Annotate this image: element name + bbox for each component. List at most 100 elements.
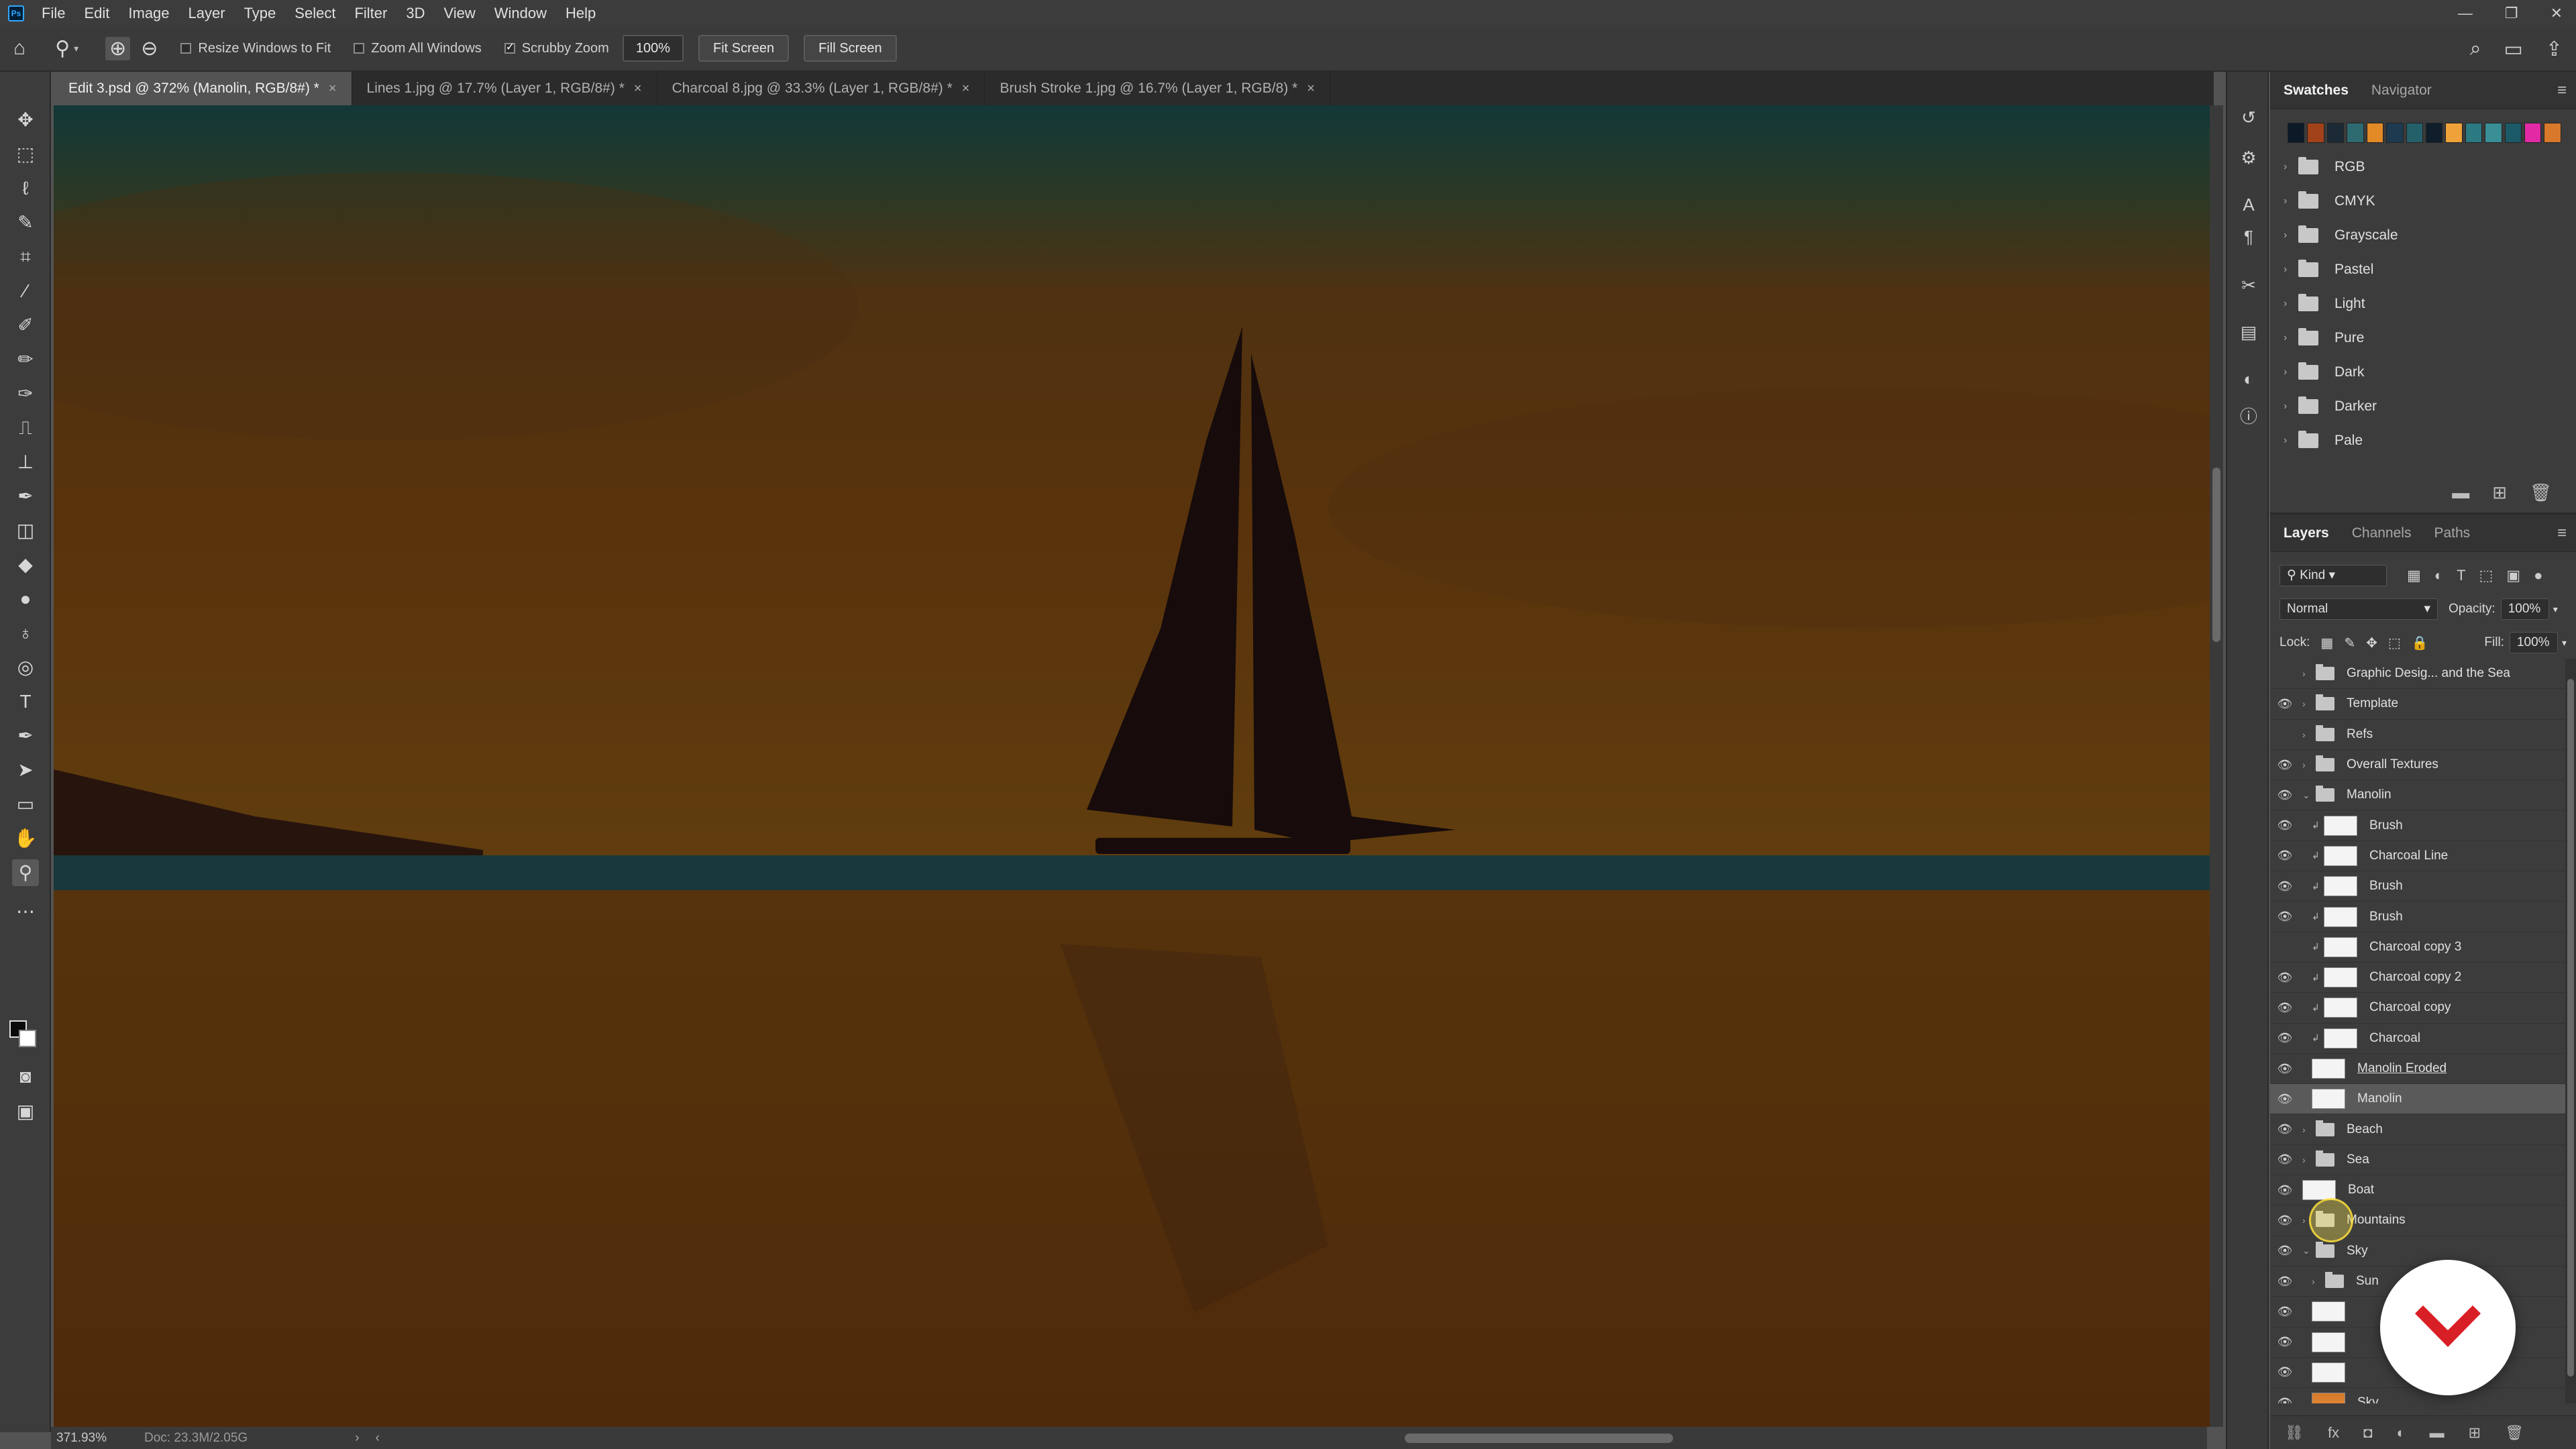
zoom-tool-icon[interactable]: ⚲: [12, 859, 39, 886]
chevron-right-icon[interactable]: ›: [2302, 1155, 2316, 1165]
history-icon[interactable]: ↺: [2237, 105, 2261, 129]
search-icon[interactable]: ⌕: [2470, 38, 2481, 60]
layer-row[interactable]: › Graphic Desig... and the Sea: [2270, 659, 2565, 690]
swatch-group-pastel[interactable]: › Pastel: [2270, 252, 2576, 286]
color-swatch[interactable]: [2504, 123, 2522, 143]
menu-3d[interactable]: 3D: [406, 5, 425, 22]
visibility-eye-icon[interactable]: 👁: [2270, 910, 2300, 924]
document-canvas[interactable]: [54, 105, 2210, 1427]
layer-thumbnail[interactable]: [2312, 1059, 2345, 1079]
tools-preset-icon[interactable]: ✂: [2237, 273, 2261, 297]
layer-row[interactable]: 👁 › Template: [2270, 689, 2565, 720]
menu-window[interactable]: Window: [494, 5, 547, 22]
status-chevron-icon[interactable]: ›: [355, 1431, 359, 1446]
canvas-vertical-scrollbar[interactable]: [2210, 105, 2223, 1427]
menu-edit[interactable]: Edit: [84, 5, 109, 22]
visibility-eye-icon[interactable]: 👁: [2270, 1335, 2300, 1349]
layer-row[interactable]: 👁 ⌄ Manolin: [2270, 780, 2565, 811]
color-swatch[interactable]: [2288, 123, 2305, 143]
opacity-field[interactable]: 100%: [2500, 598, 2549, 620]
quick-mask-icon[interactable]: ◙: [12, 1063, 39, 1090]
blur-tool-icon[interactable]: ●: [12, 586, 39, 612]
chevron-right-icon[interactable]: ›: [2284, 435, 2298, 447]
layer-row[interactable]: 👁 › Sea: [2270, 1145, 2565, 1176]
zoom-level-readout[interactable]: 371.93%: [56, 1431, 107, 1446]
layer-row[interactable]: ↲ Charcoal copy 3: [2270, 932, 2565, 963]
quick-select-tool-icon[interactable]: ✎: [12, 209, 39, 236]
layer-thumbnail[interactable]: [2324, 815, 2357, 836]
layer-thumbnail[interactable]: [2312, 1332, 2345, 1352]
swatch-group-pure[interactable]: › Pure: [2270, 321, 2576, 355]
visibility-eye-icon[interactable]: 👁: [2270, 1122, 2300, 1136]
chevron-right-icon[interactable]: ›: [2284, 229, 2298, 241]
home-icon[interactable]: ⌂: [13, 37, 25, 60]
layer-style-icon[interactable]: fx: [2328, 1424, 2339, 1442]
tab-navigator[interactable]: Navigator: [2371, 83, 2432, 99]
color-swatch[interactable]: [2524, 123, 2542, 143]
minimize-button[interactable]: —: [2458, 5, 2473, 22]
crop-tool-icon[interactable]: ⌗: [12, 244, 39, 270]
layer-row[interactable]: 👁 › Beach: [2270, 1114, 2565, 1145]
eraser-tool-icon[interactable]: ◫: [12, 517, 39, 544]
character-icon[interactable]: A: [2237, 193, 2261, 217]
chevron-right-icon[interactable]: ›: [2302, 729, 2316, 740]
visibility-eye-icon[interactable]: 👁: [2270, 1001, 2300, 1015]
chevron-right-icon[interactable]: ›: [2284, 195, 2298, 207]
close-tab-icon[interactable]: ×: [329, 81, 337, 97]
swatch-group-grayscale[interactable]: › Grayscale: [2270, 218, 2576, 252]
type-tool-icon[interactable]: T: [12, 688, 39, 715]
chevron-down-icon[interactable]: ⌄: [2302, 790, 2316, 801]
horizontal-scroll-thumb[interactable]: [1405, 1434, 1673, 1443]
layer-thumbnail[interactable]: [2312, 1362, 2345, 1383]
chevron-right-icon[interactable]: ›: [2302, 668, 2316, 679]
chevron-right-icon[interactable]: ›: [2284, 298, 2298, 310]
zoom-tool-preset-icon[interactable]: ⚲: [55, 37, 70, 60]
close-tab-icon[interactable]: ×: [962, 81, 970, 97]
more-tools-icon[interactable]: ⋯: [12, 898, 39, 925]
swatch-group-dark[interactable]: › Dark: [2270, 355, 2576, 389]
visibility-eye-icon[interactable]: 👁: [2270, 879, 2300, 894]
layer-thumbnail[interactable]: [2312, 1301, 2345, 1322]
move-tool-icon[interactable]: ✥: [12, 107, 39, 133]
menu-filter[interactable]: Filter: [354, 5, 387, 22]
smart-object-filter-icon[interactable]: ▣: [2506, 567, 2520, 584]
share-icon[interactable]: ⇪: [2546, 38, 2563, 61]
visibility-eye-icon[interactable]: 👁: [2270, 1152, 2300, 1167]
hand-tool-icon[interactable]: ✋: [12, 825, 39, 852]
chevron-right-icon[interactable]: ›: [2312, 1276, 2325, 1287]
layer-row[interactable]: 👁 › Overall Textures: [2270, 750, 2565, 781]
rectangle-tool-icon[interactable]: ▭: [12, 791, 39, 818]
layer-thumbnail[interactable]: [2324, 906, 2357, 927]
chevron-right-icon[interactable]: ›: [2302, 1124, 2316, 1135]
fill-chevron-icon[interactable]: ▾: [2562, 637, 2567, 649]
eyedropper-tool-icon[interactable]: ⁄: [12, 278, 39, 305]
color-swatch[interactable]: [2347, 123, 2364, 143]
color-swatch[interactable]: [2406, 123, 2423, 143]
menu-type[interactable]: Type: [244, 5, 276, 22]
kind-filter-select[interactable]: ⚲ Kind ▾: [2279, 565, 2387, 586]
document-tab[interactable]: Charcoal 8.jpg @ 33.3% (Layer 1, RGB/8#)…: [657, 72, 985, 105]
history-brush-tool-icon[interactable]: ✒: [12, 483, 39, 510]
resize-windows-check[interactable]: [180, 43, 192, 54]
color-swatch[interactable]: [2326, 123, 2345, 143]
filter-toggle-icon[interactable]: ●: [2534, 567, 2542, 584]
visibility-eye-icon[interactable]: 👁: [2270, 1244, 2300, 1258]
info-icon[interactable]: ⓘ: [2237, 405, 2261, 429]
visibility-eye-icon[interactable]: 👁: [2270, 971, 2300, 985]
layers-scrollbar[interactable]: [2565, 659, 2576, 1403]
shape-filter-icon[interactable]: ⬚: [2479, 567, 2493, 584]
layers-scroll-thumb[interactable]: [2567, 679, 2574, 1377]
lasso-tool-icon[interactable]: ℓ: [12, 175, 39, 202]
menu-layer[interactable]: Layer: [189, 5, 225, 22]
document-tab[interactable]: Brush Stroke 1.jpg @ 16.7% (Layer 1, RGB…: [985, 72, 1330, 105]
fit-screen-button[interactable]: Fit Screen: [698, 35, 790, 62]
layer-row[interactable]: 👁 Manolin Eroded: [2270, 1054, 2565, 1085]
type-filter-icon[interactable]: T: [2457, 567, 2465, 584]
color-swatch[interactable]: [2386, 123, 2404, 143]
visibility-eye-icon[interactable]: 👁: [2270, 1183, 2300, 1197]
workspace-icon[interactable]: ▭: [2504, 38, 2523, 61]
layer-thumbnail[interactable]: [2324, 998, 2357, 1018]
background-color-swatch[interactable]: [19, 1030, 36, 1047]
new-swatch-icon[interactable]: ⊞: [2492, 482, 2507, 503]
lock-transparent-icon[interactable]: ▦: [2320, 635, 2333, 651]
